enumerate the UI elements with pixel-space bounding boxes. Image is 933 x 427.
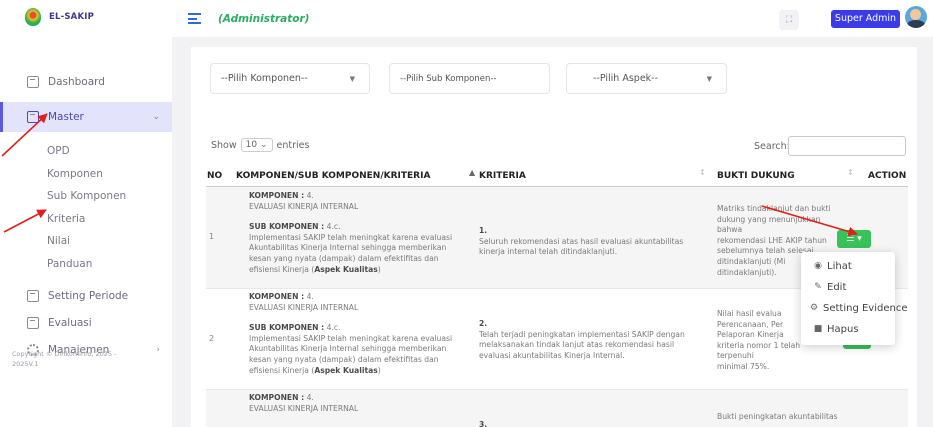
caret-down-icon: ▼: [706, 74, 712, 83]
submenu-opd[interactable]: OPD: [0, 140, 172, 163]
sidebar-item-label: Dashboard: [48, 76, 105, 88]
fullscreen-icon[interactable]: ⛶: [779, 10, 799, 30]
th-action: ACTION: [868, 171, 907, 181]
th-komponen[interactable]: KOMPONEN/SUB KOMPONEN/KRITERIA: [236, 166, 430, 186]
layers-icon: [27, 289, 39, 302]
row-no: 2: [209, 334, 215, 343]
sidebar-item-master[interactable]: Master ⌄: [0, 102, 172, 132]
select-sub-komponen[interactable]: --Pilih Sub Komponen--: [389, 63, 550, 94]
topbar: (Administrator) ⛶ Super Admin: [172, 0, 933, 37]
user-role: (Administrator): [218, 12, 310, 25]
menu-item-lihat[interactable]: ◉ Lihat: [801, 256, 852, 276]
brand-name: EL-SAKIP: [49, 12, 95, 22]
gear-icon: ⚙: [809, 303, 819, 313]
sidebar-item-label: Master: [48, 111, 84, 123]
master-icon: [27, 111, 39, 123]
submenu-komponen[interactable]: Komponen: [0, 163, 172, 186]
submenu-panduan[interactable]: Panduan: [0, 253, 172, 276]
row-komponen: KOMPONEN : 4. EVALUASI KINERJA INTERNAL …: [249, 191, 453, 274]
user-menu-button[interactable]: Super Admin: [831, 10, 900, 28]
caret-down-icon: ▼: [349, 74, 355, 83]
menu-item-setting-evidence[interactable]: ⚙ Setting Evidence: [801, 298, 908, 318]
eye-icon: ◉: [814, 261, 822, 271]
brand[interactable]: EL-SAKIP: [0, 0, 172, 34]
chevron-down-icon: ⌄: [152, 112, 160, 122]
sort-icon[interactable]: ↕: [699, 168, 706, 177]
search-label: Search:: [754, 141, 790, 152]
submenu-nilai[interactable]: Nilai: [0, 230, 172, 253]
th-no[interactable]: NO: [207, 166, 222, 186]
logo-icon: [25, 8, 41, 26]
row-komponen: KOMPONEN : 4. EVALUASI KINERJA INTERNAL …: [249, 292, 453, 375]
sort-icon[interactable]: ▲: [469, 168, 475, 177]
main-card: --Pilih Komponen-- ▼ --Pilih Sub Kompone…: [191, 47, 917, 427]
select-aspek[interactable]: --Pilih Aspek-- ▼: [566, 63, 727, 94]
menu-item-edit[interactable]: ✎ Edit: [801, 277, 846, 297]
sidebar-item-evaluasi[interactable]: Evaluasi: [0, 309, 172, 336]
sidebar: EL-SAKIP Dashboard Master ⌄ OPD Komponen…: [0, 0, 172, 427]
search-input[interactable]: [788, 136, 906, 156]
menu-item-hapus[interactable]: ■ Hapus: [801, 319, 859, 339]
row-kriteria: 3.: [479, 420, 488, 427]
entries-select[interactable]: 10 ⌄: [240, 138, 273, 152]
clipboard-icon: [27, 316, 39, 329]
sidebar-item-setting-periode[interactable]: Setting Periode: [0, 282, 172, 309]
edit-icon: ✎: [814, 282, 822, 292]
sidebar-item-dashboard[interactable]: Dashboard: [0, 70, 172, 94]
copyright: Copyright © Dinkominfo, 2025 - 2025V.1: [12, 350, 117, 368]
entries-control: Show 10 ⌄ entries: [211, 138, 310, 152]
row-kriteria: 1. Seluruh rekomendasi atas hasil evalua…: [479, 226, 684, 257]
trash-icon: ■: [813, 324, 823, 334]
action-dropdown-menu: ◉ Lihat ✎ Edit ⚙ Setting Evidence ■ Hapus: [801, 252, 908, 345]
th-bukti[interactable]: BUKTI DUKUNG: [717, 166, 795, 186]
row-komponen: KOMPONEN : 4. EVALUASI KINERJA INTERNAL: [249, 393, 359, 413]
avatar[interactable]: [905, 6, 927, 28]
select-komponen[interactable]: --Pilih Komponen-- ▼: [210, 63, 370, 94]
row-bukti: Bukti peningkatan akuntabilitas: [717, 412, 838, 421]
th-kriteria[interactable]: KRITERIA: [479, 166, 526, 186]
sidebar-item-label: Evaluasi: [48, 316, 92, 329]
sort-icon[interactable]: ↕: [847, 168, 854, 177]
action-button[interactable]: ☰ ▾: [837, 230, 871, 248]
row-kriteria: 2. Telah terjadi peningkatan implementas…: [479, 319, 685, 360]
menu-toggle-icon[interactable]: [188, 11, 201, 27]
submenu-sub-komponen[interactable]: Sub Komponen: [0, 185, 172, 208]
row-no: 1: [209, 232, 215, 241]
dashboard-icon: [27, 76, 39, 88]
submenu-kriteria[interactable]: Kriteria: [0, 208, 172, 231]
sidebar-nav: Dashboard Master ⌄ OPD Komponen Sub Komp…: [0, 70, 172, 363]
sidebar-item-label: Setting Periode: [48, 289, 129, 302]
